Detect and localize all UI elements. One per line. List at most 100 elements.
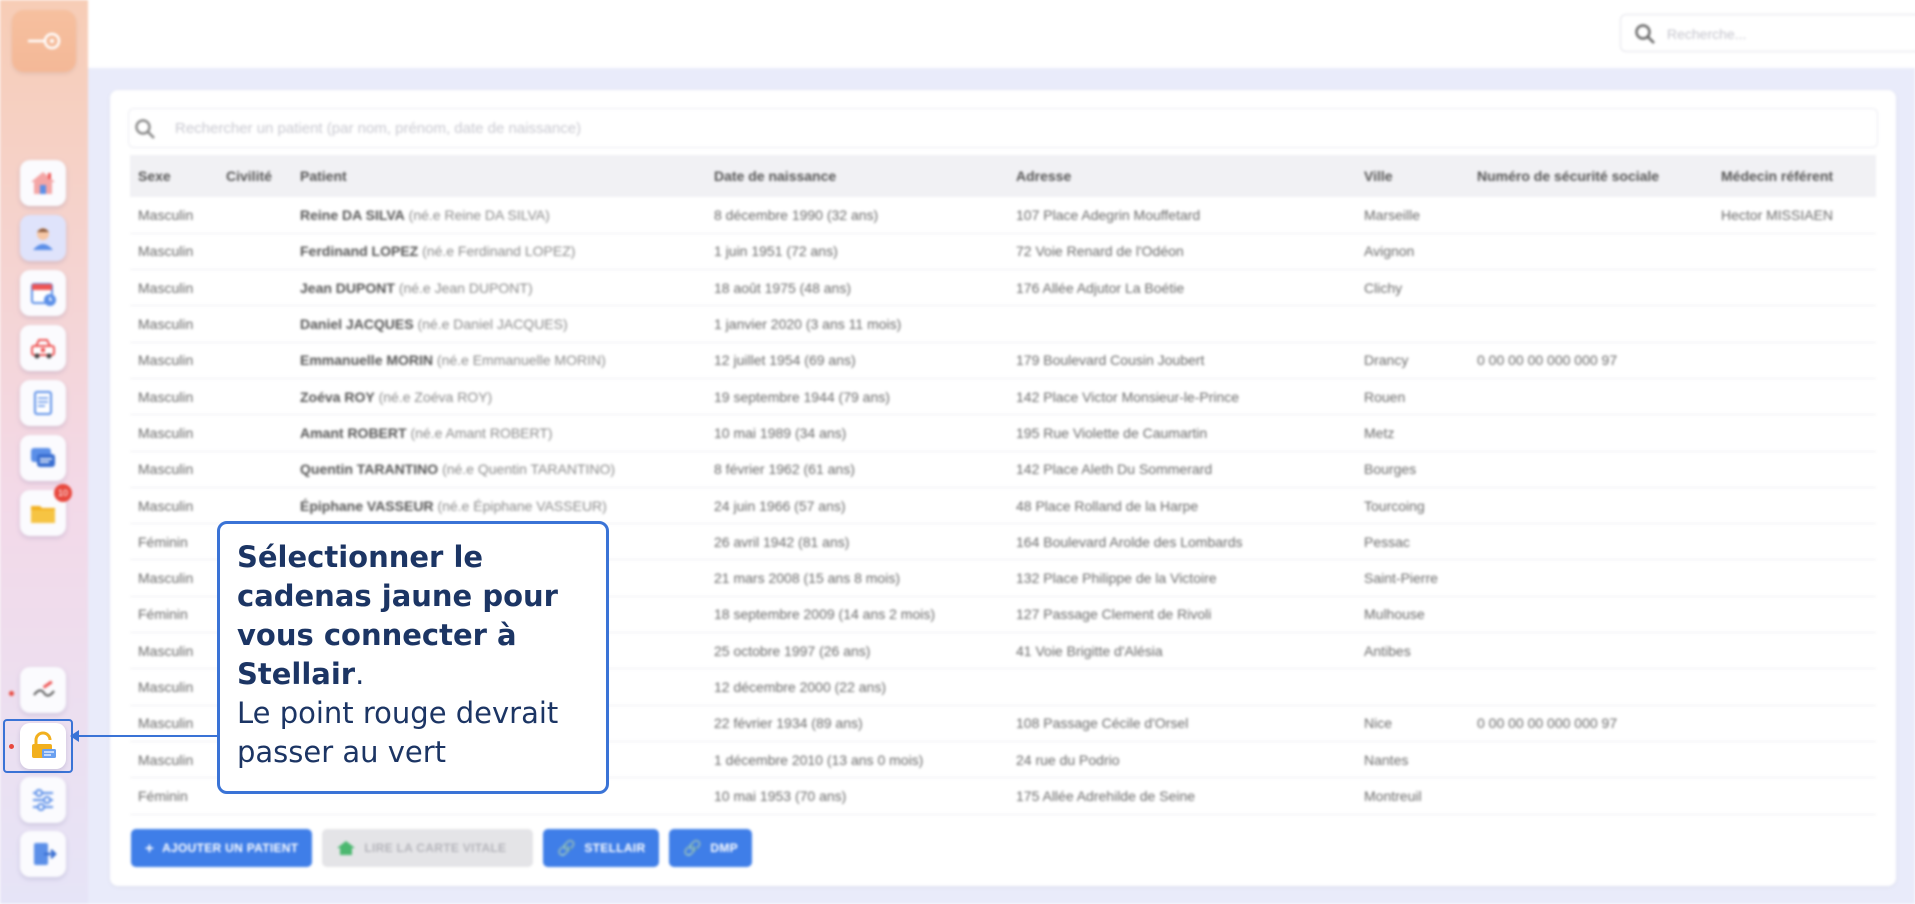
cell-dob: 10 mai 1953 (70 ans): [706, 777, 1008, 815]
sidebar-item-reglages[interactable]: [20, 777, 66, 823]
cell-ssn: [1469, 559, 1713, 597]
dmp-button[interactable]: 🔗 DMP: [669, 829, 752, 867]
cell-sexe: Masculin: [130, 233, 218, 271]
cell-sexe: Masculin: [130, 451, 218, 488]
cell-civilite: [218, 233, 292, 271]
cell-dob: 25 octobre 1997 (26 ans): [706, 632, 1008, 670]
cell-civilite: [218, 342, 292, 379]
cell-dob: 18 août 1975 (48 ans): [706, 269, 1008, 307]
patient-birth-name: (né.e Emmanuelle MORIN): [436, 352, 606, 369]
status-dot-stellair: [9, 744, 14, 749]
cell-city: Antibes: [1356, 632, 1469, 670]
table-row[interactable]: Masculin Emmanuelle MORIN (né.e Emmanuell…: [130, 342, 1876, 379]
column-header-sexe[interactable]: Sexe: [130, 155, 218, 197]
patient-name: Ferdinand LOPEZ: [300, 243, 419, 260]
dmp-label: DMP: [710, 841, 738, 855]
patient-name: Jean DUPONT: [300, 279, 395, 296]
cell-ssn: [1469, 233, 1713, 271]
patient-search-placeholder: Rechercher un patient (par nom, prénom, …: [175, 120, 582, 137]
logo-icon: [28, 32, 61, 50]
cell-ssn: [1469, 269, 1713, 307]
cell-address: 107 Place Adegrin Mouffetard: [1008, 197, 1356, 234]
cell-address: [1008, 305, 1356, 343]
column-header-civilite[interactable]: Civilité: [218, 155, 292, 197]
cell-dob: 24 juin 1966 (57 ans): [706, 487, 1008, 525]
global-search-input[interactable]: Recherche...: [1620, 14, 1915, 52]
table-row[interactable]: Masculin Jean DUPONT (né.e Jean DUPONT) 18…: [130, 269, 1876, 307]
column-header-date-naissance[interactable]: Date de naissance: [706, 155, 1008, 197]
cell-sexe: Masculin: [130, 632, 218, 670]
patient-birth-name: (né.e Quentin TARANTINO): [442, 461, 616, 478]
column-header-ville[interactable]: Ville: [1356, 155, 1469, 197]
cell-city: Nice: [1356, 705, 1469, 742]
patient-search-input[interactable]: Rechercher un patient (par nom, prénom, …: [128, 108, 1878, 148]
add-patient-button[interactable]: + AJOUTER UN PATIENT: [131, 829, 313, 867]
cell-civilite: [218, 414, 292, 452]
table-row[interactable]: Masculin Épiphane VASSEUR (né.e Épiphane …: [130, 487, 1876, 525]
column-header-medecin[interactable]: Médecin référent: [1713, 155, 1876, 197]
sidebar-item-messages[interactable]: [20, 435, 66, 481]
cell-doctor: [1713, 269, 1876, 307]
search-icon: [1635, 24, 1655, 44]
table-row[interactable]: Masculin Quentin TARANTINO (né.e Quentin …: [130, 451, 1876, 488]
sidebar-item-agenda[interactable]: [20, 270, 66, 316]
cell-doctor: [1713, 378, 1876, 416]
cell-city: Drancy: [1356, 342, 1469, 379]
sidebar-item-home[interactable]: [20, 160, 66, 206]
cell-sexe: Masculin: [130, 487, 218, 525]
cell-city: Rouen: [1356, 378, 1469, 416]
patient-name: Amant ROBERT: [300, 424, 407, 441]
sidebar-item-tournee[interactable]: [20, 325, 66, 371]
table-row[interactable]: Masculin Daniel JACQUES (né.e Daniel JACQ…: [130, 305, 1876, 343]
cell-sexe: Masculin: [130, 741, 218, 779]
cell-city: [1356, 305, 1469, 343]
cell-sexe: Masculin: [130, 378, 218, 416]
patient-name: Reine DA SILVA: [300, 206, 405, 223]
column-header-patient[interactable]: Patient: [292, 155, 706, 197]
cell-patient: Jean DUPONT (né.e Jean DUPONT): [292, 269, 706, 307]
cell-ssn: [1469, 305, 1713, 343]
cell-ssn: [1469, 596, 1713, 634]
cell-sexe: Masculin: [130, 269, 218, 307]
sidebar-item-patients[interactable]: [20, 215, 66, 261]
patient-name: Quentin TARANTINO: [300, 461, 439, 478]
tooltip-hint: Le point rouge devrait passer au vert: [237, 696, 559, 769]
cell-doctor: [1713, 305, 1876, 343]
cell-doctor: Hector MISSIAEN: [1713, 197, 1876, 234]
cell-address: 142 Place Aleth Du Sommerard: [1008, 451, 1356, 488]
cell-address: 195 Rue Violette de Caumartin: [1008, 414, 1356, 452]
cell-address: 72 Voie Renard de l'Odéon: [1008, 233, 1356, 271]
cell-dob: 1 janvier 2020 (3 ans 11 mois): [706, 305, 1008, 343]
sidebar-item-stellair-lock[interactable]: [20, 723, 66, 769]
cell-patient: Zoéva ROY (né.e Zoéva ROY): [292, 378, 706, 416]
cell-dob: 26 avril 1942 (81 ans): [706, 523, 1008, 561]
cell-city: Nantes: [1356, 741, 1469, 779]
plus-icon: +: [145, 839, 155, 857]
table-row[interactable]: Masculin Amant ROBERT (né.e Amant ROBERT)…: [130, 414, 1876, 452]
table-row[interactable]: Masculin Ferdinand LOPEZ (né.e Ferdinand …: [130, 233, 1876, 271]
cell-address: 48 Place Rolland de la Harpe: [1008, 487, 1356, 525]
cell-dob: 12 juillet 1954 (69 ans): [706, 342, 1008, 379]
stellair-button[interactable]: 🔗 STELLAIR: [543, 829, 660, 867]
cell-patient: Ferdinand LOPEZ (né.e Ferdinand LOPEZ): [292, 233, 706, 271]
table-row[interactable]: Masculin Reine DA SILVA (né.e Reine DA SI…: [130, 197, 1876, 234]
sidebar-item-deconnexion[interactable]: [20, 831, 66, 877]
cell-doctor: [1713, 487, 1876, 525]
add-patient-label: AJOUTER UN PATIENT: [162, 841, 299, 855]
column-header-securite-sociale[interactable]: Numéro de sécurité sociale: [1469, 155, 1713, 197]
sidebar-item-signature[interactable]: [20, 667, 66, 713]
cell-ssn: [1469, 197, 1713, 234]
table-row[interactable]: Masculin Zoéva ROY (né.e Zoéva ROY) 19 sep…: [130, 378, 1876, 416]
read-vitale-card-button[interactable]: LIRE LA CARTE VITALE: [322, 829, 534, 867]
sidebar-item-dossiers[interactable]: 10: [20, 484, 72, 536]
stellair-label: STELLAIR: [584, 841, 646, 855]
cell-city: Avignon: [1356, 233, 1469, 271]
column-header-adresse[interactable]: Adresse: [1008, 155, 1356, 197]
tutorial-tooltip: Sélectionner le cadenas jaune pour vous …: [217, 521, 609, 794]
chat-icon: [31, 448, 55, 467]
cell-ssn: 0 00 00 00 000 000 97: [1469, 705, 1713, 742]
cell-address: 127 Passage Clement de Rivoli: [1008, 596, 1356, 634]
lock-icon: [32, 731, 56, 758]
app-logo[interactable]: [12, 10, 76, 72]
sidebar-item-documents[interactable]: [20, 380, 66, 426]
